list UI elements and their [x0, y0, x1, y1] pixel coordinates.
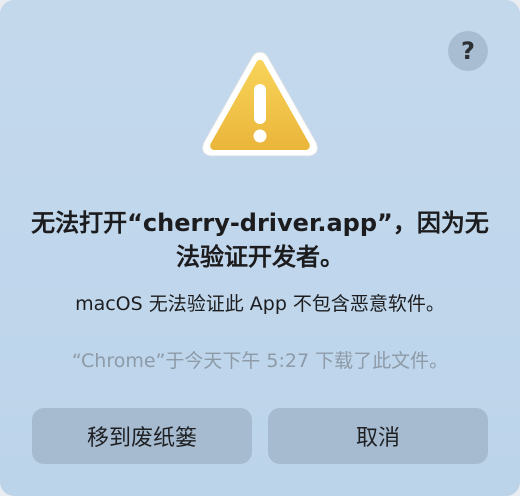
move-to-trash-button[interactable]: 移到废纸篓 [32, 408, 252, 464]
help-icon: ? [461, 37, 475, 65]
dialog-message: macOS 无法验证此 App 不包含恶意软件。 [75, 293, 445, 315]
gatekeeper-alert-dialog: ? 无法打开“cherry-driver.app”，因为无法验证开发者。 mac… [0, 0, 520, 496]
move-to-trash-label: 移到废纸篓 [86, 426, 197, 451]
warning-triangle-icon [201, 51, 319, 157]
dialog-title: 无法打开“cherry-driver.app”，因为无法验证开发者。 [31, 209, 489, 271]
download-detail: “Chrome”于今天下午 5:27 下载了此文件。 [71, 350, 449, 372]
cancel-button[interactable]: 取消 [268, 408, 488, 464]
help-button[interactable]: ? [448, 31, 488, 71]
cancel-label: 取消 [355, 426, 400, 451]
